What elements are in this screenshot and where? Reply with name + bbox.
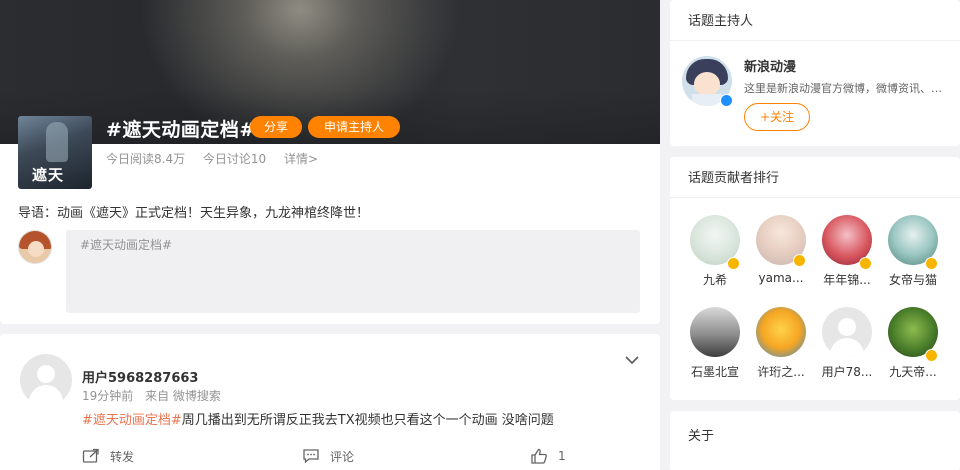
- ranking-section-title: 话题贡献者排行: [688, 171, 780, 186]
- post-meta: 19分钟前 来自 微博搜索: [82, 387, 229, 404]
- about-section-title: 关于: [688, 429, 715, 444]
- contributor-name: 许珩之...: [757, 365, 805, 379]
- comment-label: 评论: [330, 449, 355, 464]
- like-count: 1: [558, 449, 566, 463]
- contributor-item[interactable]: 用户78...: [814, 307, 880, 380]
- contributor-item[interactable]: yama...: [748, 215, 814, 285]
- about-card: 关于: [670, 411, 960, 470]
- contributor-name: 年年锦...: [823, 273, 871, 287]
- contributor-item[interactable]: 许珩之...: [748, 307, 814, 380]
- post-time[interactable]: 19分钟前: [82, 389, 133, 403]
- contributor-name: yama...: [758, 271, 804, 285]
- verified-badge-icon: [793, 254, 806, 267]
- apply-host-button[interactable]: 申请主持人: [308, 116, 400, 138]
- contributor-item[interactable]: 年年锦...: [814, 215, 880, 288]
- contributor-item[interactable]: 九希: [682, 215, 748, 288]
- reads-count: 今日阅读8.4万: [106, 152, 186, 166]
- contributor-name: 女帝与猫: [888, 273, 937, 287]
- host-section-title: 话题主持人: [688, 14, 754, 29]
- current-user-avatar[interactable]: [18, 230, 52, 264]
- verified-badge-icon: [720, 94, 733, 107]
- details-link[interactable]: 详情>: [284, 152, 318, 166]
- host-description: 这里是新浪动漫官方微博，微博资讯、动漫资讯: [744, 82, 944, 95]
- verified-badge-icon: [859, 257, 872, 270]
- verified-badge-icon: [727, 257, 740, 270]
- contributor-avatar: [756, 307, 806, 357]
- topic-card: 遮天 #遮天动画定档# 分享 申请主持人 今日阅读8.4万 今日讨论10 详情>…: [0, 0, 660, 324]
- chevron-down-icon[interactable]: [622, 350, 642, 370]
- topic-cover-image[interactable]: 遮天: [18, 116, 92, 189]
- cover-title-logo: 遮天: [32, 166, 65, 184]
- feed-post: 用户5968287663 19分钟前 来自 微博搜索 #遮天动画定档#周几播出到…: [0, 334, 660, 470]
- post-user-avatar[interactable]: [20, 354, 72, 406]
- verified-badge-icon: [925, 349, 938, 362]
- post-source: 来自 微博搜索: [145, 389, 221, 403]
- comment-button[interactable]: 评论: [302, 446, 354, 466]
- contributor-ranking-card: 话题贡献者排行 九希 yama... 年年锦... 女帝与猫 石墨北宣 许珩之.…: [670, 157, 960, 400]
- post-user-name[interactable]: 用户5968287663: [82, 367, 198, 386]
- like-button[interactable]: 1: [530, 446, 566, 466]
- post-text: #遮天动画定档#周几播出到无所谓反正我去TX视频也只看这个一个动画 没啥问题: [82, 409, 554, 428]
- contributor-name: 九天帝...: [889, 365, 937, 379]
- contributor-name: 九希: [702, 273, 727, 287]
- discussions-count: 今日讨论10: [202, 152, 267, 166]
- comment-icon: [303, 449, 319, 464]
- contributor-item[interactable]: 女帝与猫: [880, 215, 946, 288]
- repost-button[interactable]: 转发: [82, 446, 134, 466]
- topic-stats: 今日阅读8.4万 今日讨论10 详情>: [106, 150, 332, 167]
- topic-title: #遮天动画定档#: [106, 119, 256, 141]
- post-composer-input[interactable]: #遮天动画定档#: [66, 230, 640, 313]
- contributor-avatar: [690, 307, 740, 357]
- post-topic-tag[interactable]: #遮天动画定档#: [82, 413, 182, 428]
- contributor-avatar: [822, 307, 872, 357]
- repost-icon: [82, 448, 99, 463]
- host-name[interactable]: 新浪动漫: [744, 56, 796, 75]
- repost-label: 转发: [110, 449, 135, 464]
- contributor-name: 用户78...: [821, 365, 873, 379]
- post-content: 周几播出到无所谓反正我去TX视频也只看这个一个动画 没啥问题: [181, 413, 554, 428]
- verified-badge-icon: [925, 257, 938, 270]
- weibo-topic-page: 遮天 #遮天动画定档# 分享 申请主持人 今日阅读8.4万 今日讨论10 详情>…: [0, 0, 960, 470]
- topic-intro: 导语：动画《遮天》正式定档！天生异象，九龙神棺终降世！: [18, 206, 370, 221]
- contributor-name: 石墨北宣: [690, 365, 739, 379]
- thumbs-up-icon: [531, 448, 547, 464]
- contributor-item[interactable]: 九天帝...: [880, 307, 946, 380]
- topic-host-card: 话题主持人 新浪动漫 这里是新浪动漫官方微博，微博资讯、动漫资讯 +关注: [670, 0, 960, 146]
- follow-button[interactable]: +关注: [744, 103, 810, 131]
- share-button[interactable]: 分享: [250, 116, 302, 138]
- contributor-item[interactable]: 石墨北宣: [682, 307, 748, 380]
